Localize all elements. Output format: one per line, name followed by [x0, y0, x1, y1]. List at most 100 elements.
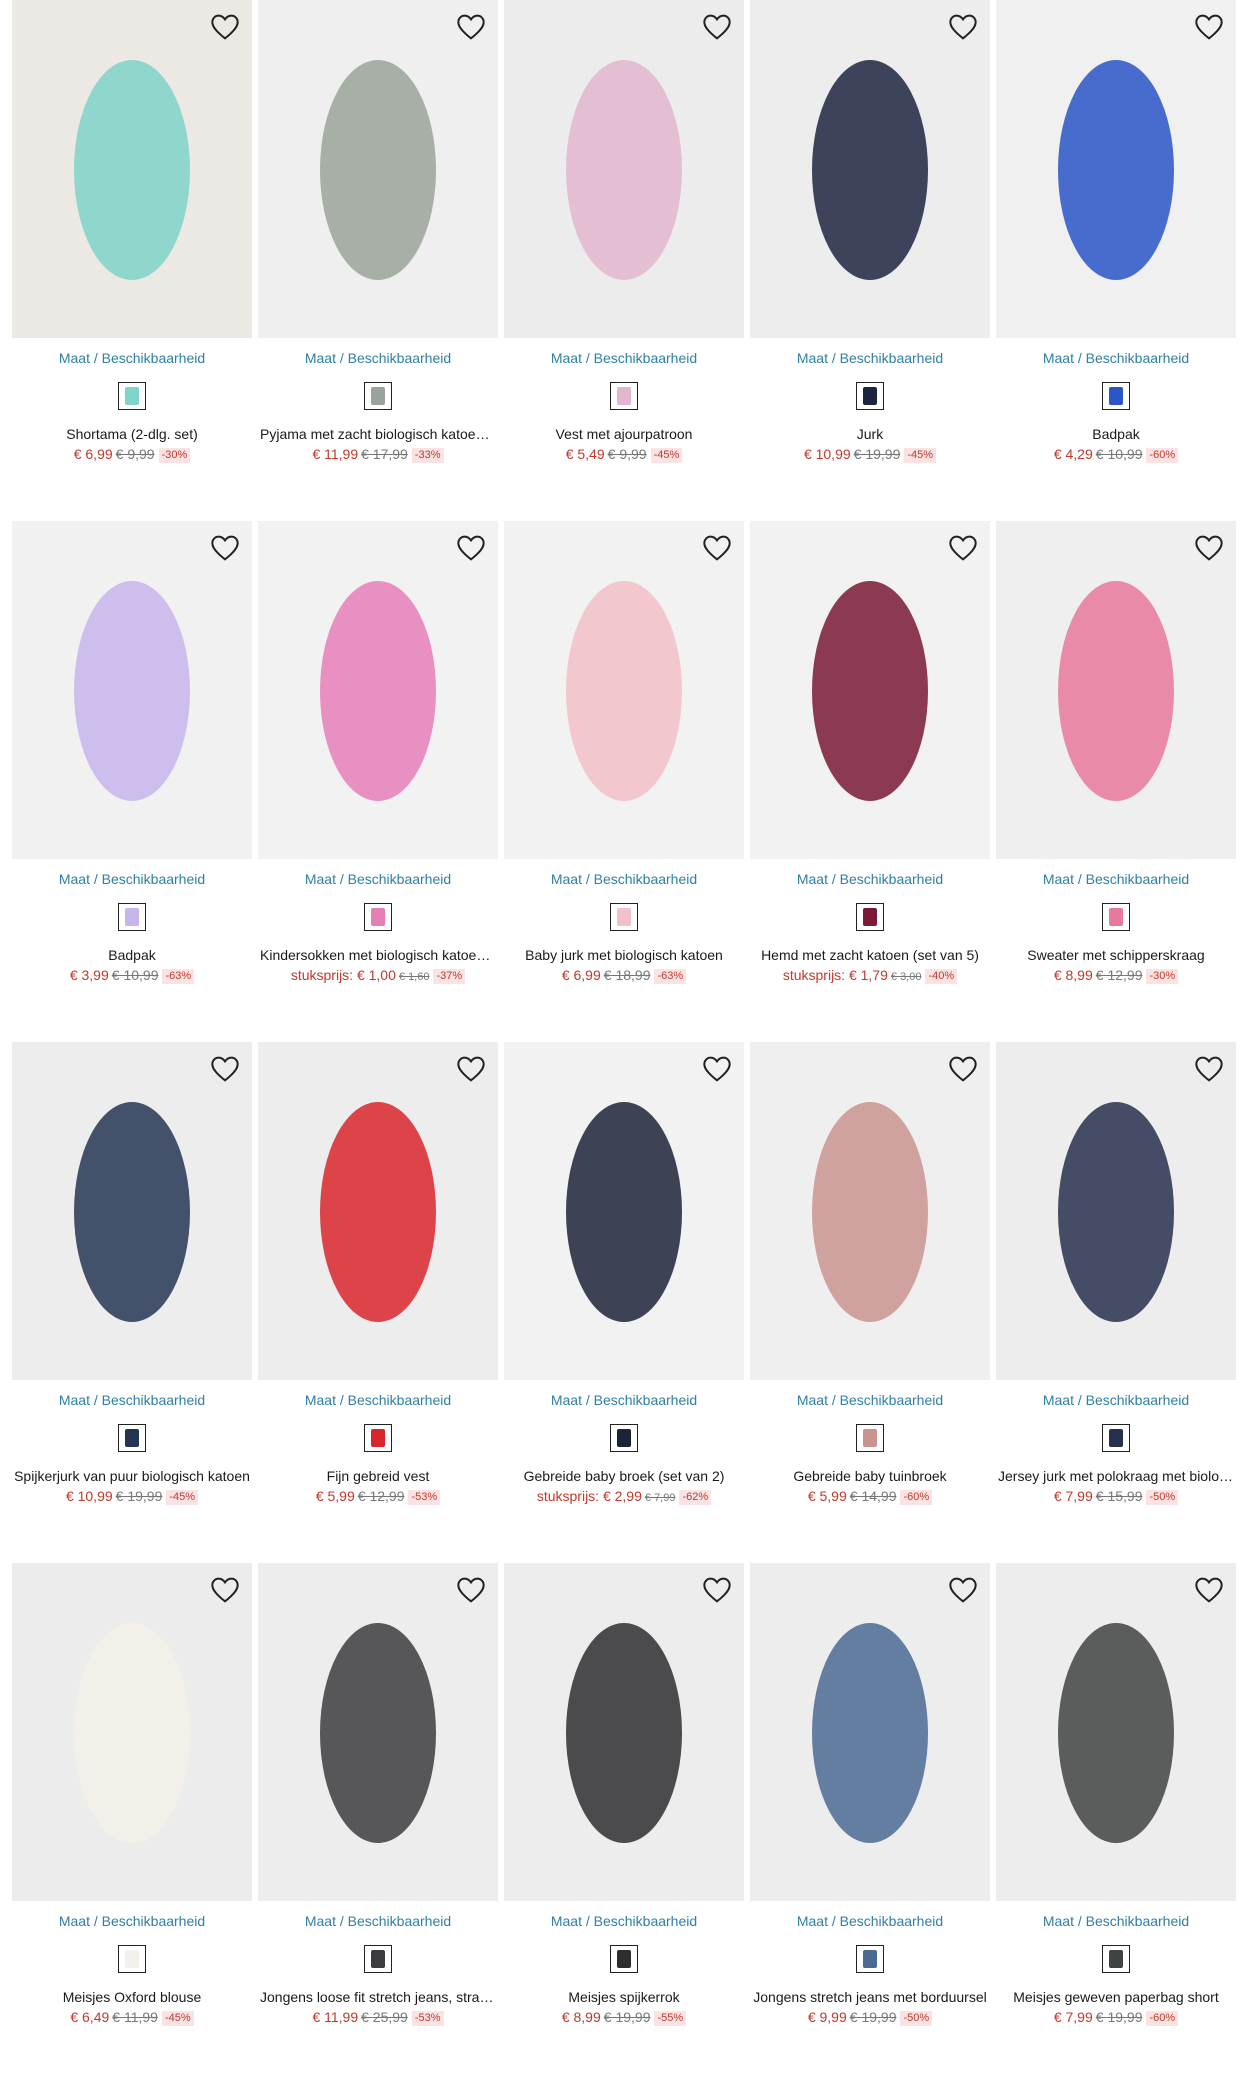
color-swatch[interactable]: [856, 1424, 884, 1452]
wishlist-heart-icon[interactable]: [454, 10, 488, 44]
wishlist-heart-icon[interactable]: [946, 10, 980, 44]
color-swatch[interactable]: [856, 382, 884, 410]
product-card-11[interactable]: Maat / Beschikbaarheid Spijkerjurk van p…: [12, 1042, 252, 1563]
wishlist-heart-icon[interactable]: [454, 531, 488, 565]
product-image[interactable]: [12, 1042, 252, 1380]
wishlist-heart-icon[interactable]: [454, 1052, 488, 1086]
color-swatch[interactable]: [364, 903, 392, 931]
product-image[interactable]: [12, 1563, 252, 1901]
product-image[interactable]: [750, 0, 990, 338]
product-card-4[interactable]: Maat / Beschikbaarheid Jurk € 10,99 € 19,…: [750, 0, 990, 521]
product-name[interactable]: Fijn gebreid vest: [258, 1466, 498, 1486]
product-card-19[interactable]: Maat / Beschikbaarheid Jongens stretch j…: [750, 1563, 990, 2084]
color-swatch[interactable]: [118, 903, 146, 931]
product-image[interactable]: [996, 1563, 1236, 1901]
product-name[interactable]: Badpak: [12, 945, 252, 965]
product-name[interactable]: Gebreide baby tuinbroek: [750, 1466, 990, 1486]
product-image[interactable]: [12, 521, 252, 859]
size-availability-link[interactable]: Maat / Beschikbaarheid: [258, 1911, 498, 1931]
size-availability-link[interactable]: Maat / Beschikbaarheid: [750, 1911, 990, 1931]
wishlist-heart-icon[interactable]: [946, 1573, 980, 1607]
wishlist-heart-icon[interactable]: [1192, 1573, 1226, 1607]
color-swatch[interactable]: [610, 1424, 638, 1452]
size-availability-link[interactable]: Maat / Beschikbaarheid: [750, 1390, 990, 1410]
size-availability-link[interactable]: Maat / Beschikbaarheid: [504, 1390, 744, 1410]
product-name[interactable]: Shortama (2-dlg. set): [12, 424, 252, 444]
wishlist-heart-icon[interactable]: [700, 1573, 734, 1607]
size-availability-link[interactable]: Maat / Beschikbaarheid: [12, 869, 252, 889]
product-name[interactable]: Vest met ajourpatroon: [504, 424, 744, 444]
product-image[interactable]: [258, 1042, 498, 1380]
product-card-5[interactable]: Maat / Beschikbaarheid Badpak € 4,29 € 10…: [996, 0, 1236, 521]
product-card-14[interactable]: Maat / Beschikbaarheid Gebreide baby tui…: [750, 1042, 990, 1563]
color-swatch[interactable]: [610, 382, 638, 410]
color-swatch[interactable]: [364, 1945, 392, 1973]
product-image[interactable]: [750, 521, 990, 859]
size-availability-link[interactable]: Maat / Beschikbaarheid: [12, 1390, 252, 1410]
product-image[interactable]: [750, 1042, 990, 1380]
product-card-6[interactable]: Maat / Beschikbaarheid Badpak € 3,99 € 10…: [12, 521, 252, 1042]
size-availability-link[interactable]: Maat / Beschikbaarheid: [12, 348, 252, 368]
wishlist-heart-icon[interactable]: [208, 1052, 242, 1086]
size-availability-link[interactable]: Maat / Beschikbaarheid: [504, 869, 744, 889]
color-swatch[interactable]: [118, 1424, 146, 1452]
product-name[interactable]: Meisjes geweven paperbag short: [996, 1987, 1236, 2007]
product-image[interactable]: [258, 0, 498, 338]
product-card-7[interactable]: Maat / Beschikbaarheid Kindersokken met …: [258, 521, 498, 1042]
wishlist-heart-icon[interactable]: [208, 1573, 242, 1607]
product-card-17[interactable]: Maat / Beschikbaarheid Jongens loose fit…: [258, 1563, 498, 2084]
product-image[interactable]: [12, 0, 252, 338]
size-availability-link[interactable]: Maat / Beschikbaarheid: [750, 869, 990, 889]
size-availability-link[interactable]: Maat / Beschikbaarheid: [504, 348, 744, 368]
color-swatch[interactable]: [118, 382, 146, 410]
product-card-12[interactable]: Maat / Beschikbaarheid Fijn gebreid vest…: [258, 1042, 498, 1563]
product-card-2[interactable]: Maat / Beschikbaarheid Pyjama met zacht …: [258, 0, 498, 521]
product-card-20[interactable]: Maat / Beschikbaarheid Meisjes geweven p…: [996, 1563, 1236, 2084]
color-swatch[interactable]: [1102, 1945, 1130, 1973]
size-availability-link[interactable]: Maat / Beschikbaarheid: [504, 1911, 744, 1931]
wishlist-heart-icon[interactable]: [700, 531, 734, 565]
size-availability-link[interactable]: Maat / Beschikbaarheid: [258, 1390, 498, 1410]
wishlist-heart-icon[interactable]: [946, 1052, 980, 1086]
product-image[interactable]: [504, 1563, 744, 1901]
wishlist-heart-icon[interactable]: [946, 531, 980, 565]
product-card-8[interactable]: Maat / Beschikbaarheid Baby jurk met bio…: [504, 521, 744, 1042]
color-swatch[interactable]: [364, 382, 392, 410]
product-image[interactable]: [996, 521, 1236, 859]
product-card-13[interactable]: Maat / Beschikbaarheid Gebreide baby bro…: [504, 1042, 744, 1563]
product-card-3[interactable]: Maat / Beschikbaarheid Vest met ajourpat…: [504, 0, 744, 521]
size-availability-link[interactable]: Maat / Beschikbaarheid: [996, 1911, 1236, 1931]
product-image[interactable]: [504, 0, 744, 338]
wishlist-heart-icon[interactable]: [1192, 1052, 1226, 1086]
color-swatch[interactable]: [610, 1945, 638, 1973]
product-name[interactable]: Baby jurk met biologisch katoen: [504, 945, 744, 965]
product-name[interactable]: Kindersokken met biologisch katoen (5 pa…: [258, 945, 498, 965]
color-swatch[interactable]: [856, 903, 884, 931]
size-availability-link[interactable]: Maat / Beschikbaarheid: [750, 348, 990, 368]
product-name[interactable]: Gebreide baby broek (set van 2): [504, 1466, 744, 1486]
product-card-1[interactable]: Maat / Beschikbaarheid Shortama (2-dlg. …: [12, 0, 252, 521]
product-image[interactable]: [750, 1563, 990, 1901]
product-name[interactable]: Jurk: [750, 424, 990, 444]
size-availability-link[interactable]: Maat / Beschikbaarheid: [258, 869, 498, 889]
size-availability-link[interactable]: Maat / Beschikbaarheid: [996, 1390, 1236, 1410]
color-swatch[interactable]: [1102, 1424, 1130, 1452]
color-swatch[interactable]: [1102, 382, 1130, 410]
wishlist-heart-icon[interactable]: [454, 1573, 488, 1607]
product-name[interactable]: Jersey jurk met polokraag met biologisch…: [996, 1466, 1236, 1486]
wishlist-heart-icon[interactable]: [700, 1052, 734, 1086]
product-image[interactable]: [504, 521, 744, 859]
product-name[interactable]: Meisjes spijkerrok: [504, 1987, 744, 2007]
product-image[interactable]: [504, 1042, 744, 1380]
product-name[interactable]: Jongens stretch jeans met borduursel: [750, 1987, 990, 2007]
product-card-10[interactable]: Maat / Beschikbaarheid Sweater met schip…: [996, 521, 1236, 1042]
wishlist-heart-icon[interactable]: [700, 10, 734, 44]
color-swatch[interactable]: [1102, 903, 1130, 931]
product-image[interactable]: [996, 0, 1236, 338]
size-availability-link[interactable]: Maat / Beschikbaarheid: [258, 348, 498, 368]
color-swatch[interactable]: [118, 1945, 146, 1973]
product-name[interactable]: Pyjama met zacht biologisch katoen (2-dl…: [258, 424, 498, 444]
product-image[interactable]: [258, 521, 498, 859]
color-swatch[interactable]: [364, 1424, 392, 1452]
wishlist-heart-icon[interactable]: [208, 531, 242, 565]
